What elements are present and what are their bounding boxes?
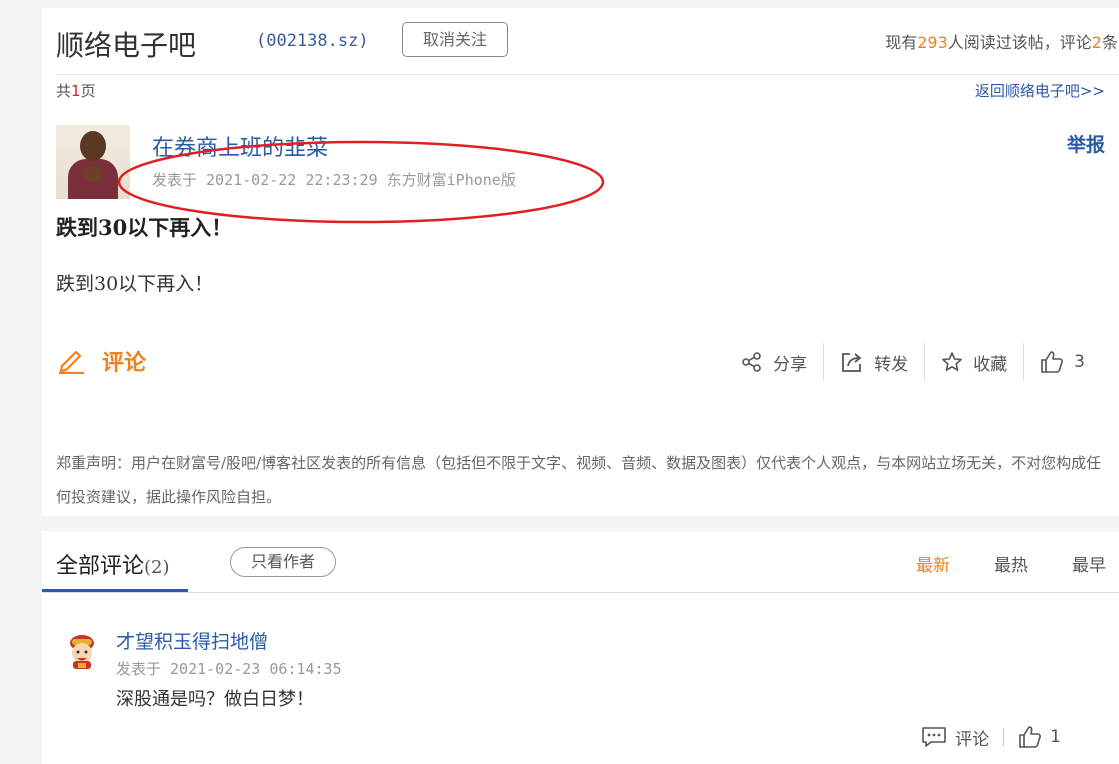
like-button[interactable]: 3 — [1024, 343, 1101, 381]
sort-tab-hottest[interactable]: 最热 — [994, 551, 1028, 576]
pencil-icon — [56, 344, 86, 378]
share-icon — [741, 351, 763, 373]
thumbs-up-icon — [1018, 725, 1042, 749]
thumbs-up-icon — [1040, 350, 1064, 374]
post-action-bar: 分享 转发 收藏 3 — [725, 342, 1101, 382]
comment-body: 深股通是吗？做白日梦！ — [116, 689, 314, 710]
comment-bubble-icon — [921, 726, 947, 748]
comment-avatar[interactable] — [62, 631, 102, 671]
avatar-hands-shape — [84, 167, 102, 181]
avatar[interactable] — [56, 125, 130, 199]
forward-icon — [840, 351, 864, 373]
comment-action-bar: 评论 1 — [907, 723, 1075, 751]
share-button[interactable]: 分享 — [725, 343, 823, 381]
author-only-button[interactable]: 只看作者 — [230, 547, 336, 577]
collect-button[interactable]: 收藏 — [925, 343, 1023, 381]
reply-label: 评论 — [955, 729, 990, 750]
back-to-bar-link[interactable]: 返回顺络电子吧>> — [975, 80, 1105, 101]
all-comments-label: 全部评论 — [56, 554, 145, 579]
post-body: 跌到30以下再入！ — [56, 273, 214, 295]
forward-label: 转发 — [874, 354, 909, 375]
comment-meta: 发表于 2021-02-23 06:14:35 — [116, 660, 342, 678]
comment-button-label: 评论 — [102, 350, 147, 376]
page-total: 1 — [71, 82, 81, 100]
comment-like-button[interactable]: 1 — [1004, 725, 1075, 749]
forward-button[interactable]: 转发 — [824, 343, 924, 381]
header-divider — [56, 74, 1119, 75]
bar-title[interactable]: 顺络电子吧 — [56, 24, 196, 64]
comments-header: 全部评论(2) 只看作者 最新 最热 最早 — [42, 531, 1119, 593]
read-stats: 现有293人阅读过该帖，评论2条 — [885, 29, 1118, 53]
active-tab-underline — [42, 589, 188, 592]
star-icon — [941, 351, 963, 373]
reply-button[interactable]: 评论 — [907, 725, 1003, 750]
page-count-suffix: 页 — [80, 82, 96, 100]
comments-card: 全部评论(2) 只看作者 最新 最热 最早 才望积玉得扫地僧 发表于 2021-… — [42, 531, 1119, 764]
tab-all-comments[interactable]: 全部评论(2) — [56, 548, 170, 580]
post-author-link[interactable]: 在券商上班的韭菜 — [152, 130, 328, 162]
comment-button[interactable]: 评论 — [56, 344, 146, 378]
report-link[interactable]: 举报 — [1067, 130, 1105, 157]
post-title: 跌到30以下再入！ — [56, 215, 233, 240]
comment-count: 2 — [1091, 33, 1102, 52]
post-card: 顺络电子吧 (002138.sz) 取消关注 现有293人阅读过该帖，评论2条 … — [42, 8, 1119, 516]
comment-author-link[interactable]: 才望积玉得扫地僧 — [116, 627, 268, 654]
sort-tab-newest[interactable]: 最新 — [916, 551, 950, 576]
collect-label: 收藏 — [973, 354, 1008, 375]
disclaimer-text: 郑重声明：用户在财富号/股吧/博客社区发表的所有信息（包括但不限于文字、视频、音… — [56, 454, 1102, 506]
read-stats-prefix: 现有 — [885, 33, 918, 52]
unfollow-button[interactable]: 取消关注 — [402, 22, 508, 57]
read-stats-middle: 人阅读过该帖，评论 — [947, 33, 1092, 52]
comment-like-count: 1 — [1050, 727, 1061, 747]
share-label: 分享 — [773, 354, 808, 375]
page-count-prefix: 共 — [56, 82, 72, 100]
read-count: 293 — [917, 33, 948, 52]
stock-code[interactable]: (002138.sz) — [256, 31, 369, 51]
bar-header: 顺络电子吧 (002138.sz) 取消关注 现有293人阅读过该帖，评论2条 — [56, 22, 1118, 64]
all-comments-count: (2) — [144, 557, 170, 578]
avatar-face-shape — [80, 131, 106, 161]
read-stats-suffix: 条 — [1101, 33, 1118, 52]
page-background — [0, 0, 42, 764]
like-count: 3 — [1074, 352, 1085, 372]
post-meta: 发表于 2021-02-22 22:23:29 东方财富iPhone版 — [152, 171, 516, 189]
sort-tab-oldest[interactable]: 最早 — [1072, 551, 1106, 576]
page-count: 共1页 — [56, 80, 96, 101]
comments-header-divider — [42, 592, 1119, 593]
